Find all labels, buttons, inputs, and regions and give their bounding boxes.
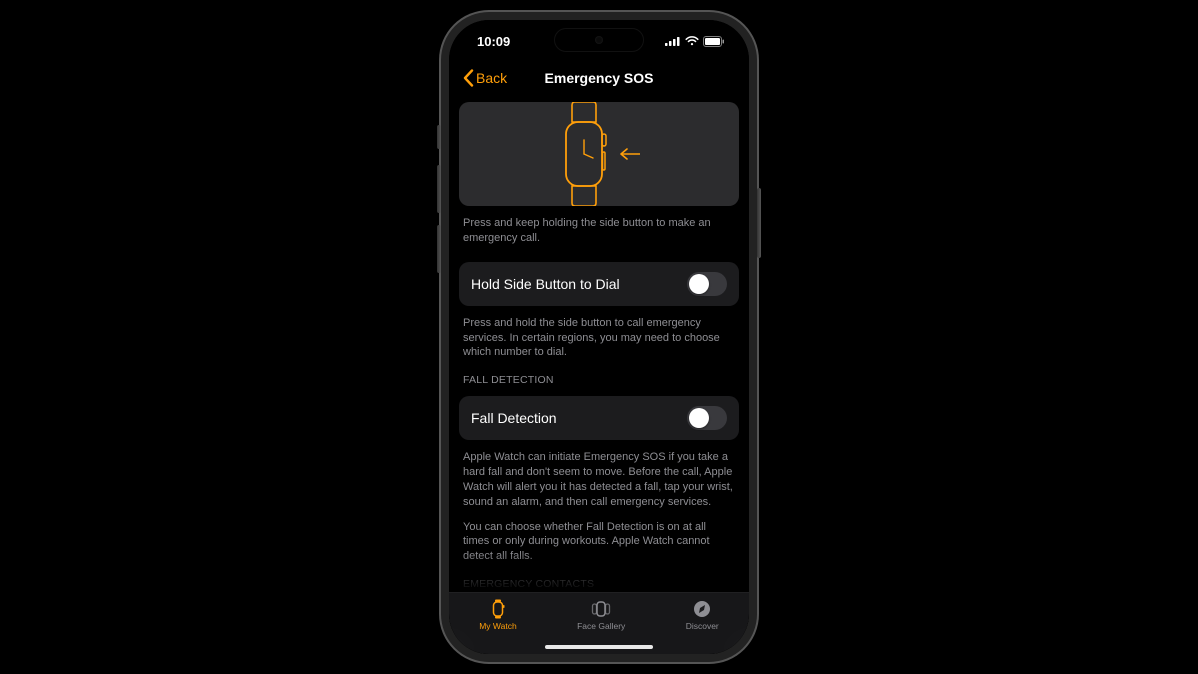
status-time: 10:09	[477, 34, 510, 49]
tab-face-gallery[interactable]: Face Gallery	[577, 599, 625, 631]
tab-my-watch[interactable]: My Watch	[479, 599, 516, 631]
fall-detection-footer-2: You can choose whether Fall Detection is…	[459, 520, 739, 565]
content-scroll[interactable]: Press and keep holding the side button t…	[449, 94, 749, 592]
back-button[interactable]: Back	[463, 69, 507, 87]
tab-discover[interactable]: Discover	[686, 599, 719, 631]
status-indicators	[665, 36, 725, 47]
home-indicator[interactable]	[545, 645, 653, 649]
cellular-icon	[665, 36, 681, 46]
discover-tab-icon	[691, 599, 713, 619]
tab-my-watch-label: My Watch	[479, 621, 516, 631]
fall-detection-cell: Fall Detection	[459, 396, 739, 440]
watch-side-button-illustration	[557, 102, 641, 206]
emergency-contacts-header: EMERGENCY CONTACTS	[459, 572, 739, 592]
dynamic-island	[554, 28, 644, 52]
hold-side-button-label: Hold Side Button to Dial	[471, 276, 620, 292]
fall-detection-header: FALL DETECTION	[459, 368, 739, 388]
navigation-bar: Back Emergency SOS	[449, 62, 749, 94]
hero-caption: Press and keep holding the side button t…	[459, 216, 739, 246]
arrow-left-icon	[619, 148, 641, 160]
wifi-icon	[685, 36, 699, 46]
hold-side-button-footer: Press and hold the side button to call e…	[459, 316, 739, 361]
iphone-device-frame: 10:09	[441, 12, 757, 662]
tab-discover-label: Discover	[686, 621, 719, 631]
tab-face-gallery-label: Face Gallery	[577, 621, 625, 631]
face-gallery-tab-icon	[590, 599, 612, 619]
toggle-knob	[689, 274, 709, 294]
hold-side-button-cell: Hold Side Button to Dial	[459, 262, 739, 306]
chevron-left-icon	[463, 69, 474, 87]
battery-icon	[703, 36, 725, 47]
side-button-vol-down	[437, 225, 441, 273]
side-button-vol-up	[437, 165, 441, 213]
side-button-power	[757, 188, 761, 258]
hero-illustration-card	[459, 102, 739, 206]
screen: 10:09	[449, 20, 749, 654]
fall-detection-footer-1: Apple Watch can initiate Emergency SOS i…	[459, 450, 739, 509]
toggle-knob	[689, 408, 709, 428]
hold-side-button-toggle[interactable]	[687, 272, 727, 296]
watch-tab-icon	[487, 599, 509, 619]
apple-watch-icon	[557, 102, 621, 206]
fall-detection-toggle[interactable]	[687, 406, 727, 430]
side-button-silent	[437, 125, 441, 149]
fall-detection-label: Fall Detection	[471, 410, 557, 426]
back-label: Back	[476, 70, 507, 86]
